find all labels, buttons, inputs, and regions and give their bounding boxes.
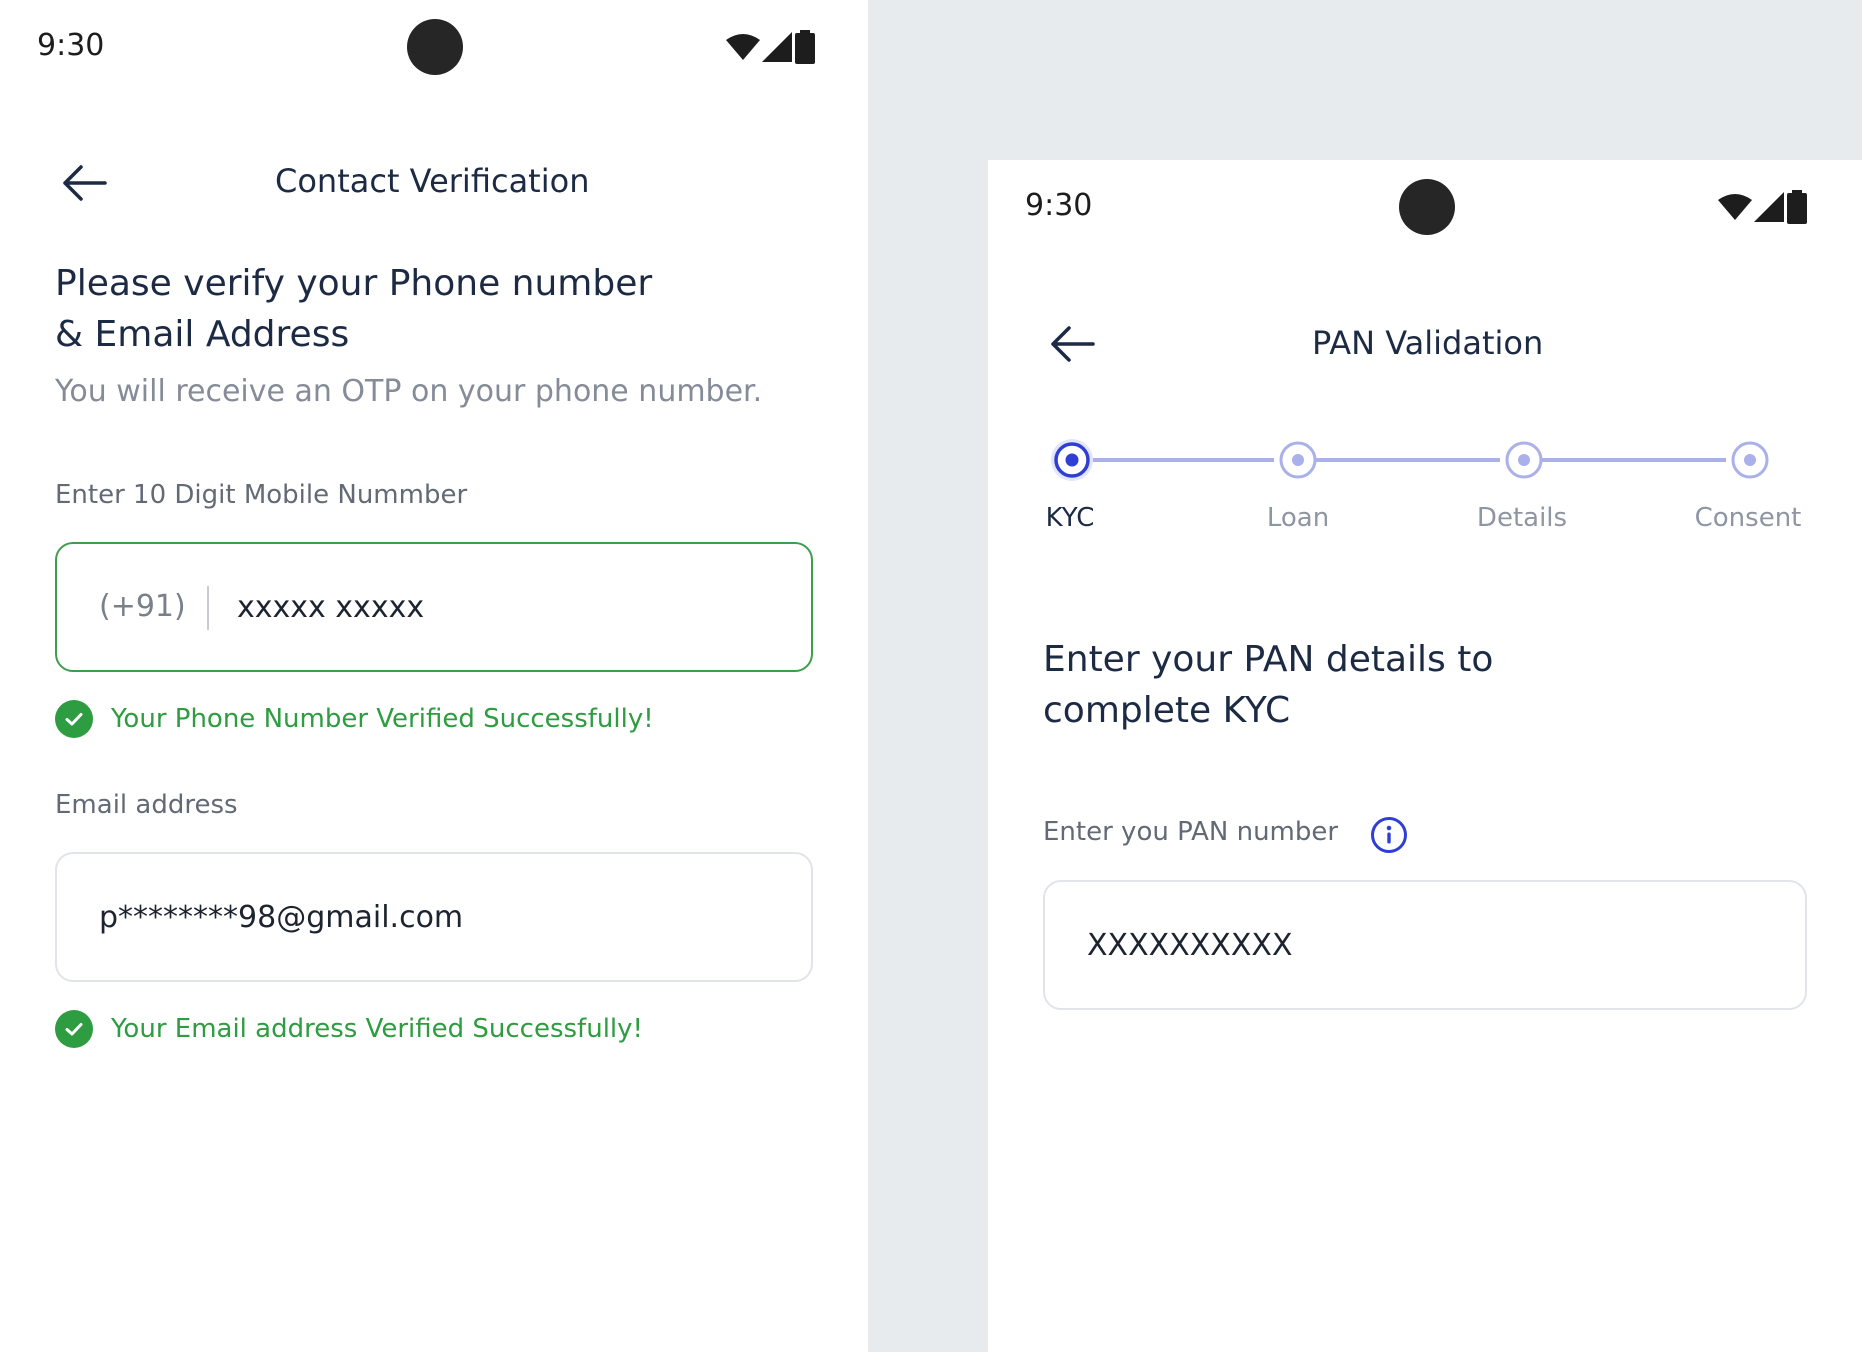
step-label-loan[interactable]: Loan — [1267, 503, 1329, 533]
status-time: 9:30 — [37, 28, 105, 63]
status-icons — [726, 30, 816, 64]
page-heading: Please verify your Phone number & Email … — [55, 258, 652, 360]
step-marker-consent[interactable] — [1731, 441, 1769, 479]
status-icons — [1718, 190, 1808, 224]
email-value[interactable]: p********98@gmail.com — [99, 900, 463, 935]
camera-cutout — [1399, 179, 1455, 235]
email-label: Email address — [55, 790, 238, 820]
mobile-number-field[interactable]: (+91) xxxxx xxxxx — [55, 542, 813, 672]
pan-number-field[interactable]: XXXXXXXXXX — [1043, 880, 1807, 1010]
wifi-icon — [726, 34, 760, 60]
battery-icon — [795, 30, 815, 64]
page-title: Contact Verification — [275, 162, 590, 200]
heading-line-1: Enter your PAN details to — [1043, 639, 1494, 680]
step-label-consent[interactable]: Consent — [1695, 503, 1802, 533]
page-title: PAN Validation — [1312, 324, 1544, 362]
country-code-prefix: (+91) — [99, 589, 186, 624]
check-circle-icon — [55, 700, 93, 738]
heading-line-1: Please verify your Phone number — [55, 263, 653, 304]
otp-subtext: You will receive an OTP on your phone nu… — [55, 374, 763, 409]
pan-number-value[interactable]: XXXXXXXXXX — [1087, 928, 1293, 963]
step-marker-kyc[interactable] — [1051, 439, 1093, 481]
signal-icon — [762, 32, 792, 62]
step-label-kyc[interactable]: KYC — [1046, 503, 1095, 533]
step-label-details[interactable]: Details — [1477, 503, 1567, 533]
signal-icon — [1754, 192, 1784, 222]
email-success-message: Your Email address Verified Successfully… — [55, 1010, 643, 1048]
heading-line-2: & Email Address — [55, 314, 350, 355]
step-marker-details[interactable] — [1505, 441, 1543, 479]
mobile-number-value[interactable]: xxxxx xxxxx — [237, 590, 424, 625]
check-circle-icon — [55, 1010, 93, 1048]
camera-cutout — [407, 19, 463, 75]
contact-verification-screen: 9:30 Contact Verification Please verify … — [0, 0, 868, 1352]
back-arrow-icon[interactable] — [1049, 324, 1095, 364]
phone-success-message: Your Phone Number Verified Successfully! — [55, 700, 654, 738]
email-success-text: Your Email address Verified Successfully… — [111, 1014, 643, 1044]
mobile-number-label: Enter 10 Digit Mobile Nummber — [55, 480, 468, 510]
heading-line-2: complete KYC — [1043, 690, 1291, 731]
prefix-divider — [207, 586, 209, 630]
wifi-icon — [1718, 194, 1752, 220]
email-field[interactable]: p********98@gmail.com — [55, 852, 813, 982]
battery-icon — [1787, 190, 1807, 224]
back-arrow-icon[interactable] — [61, 163, 107, 203]
page-heading: Enter your PAN details to complete KYC — [1043, 634, 1493, 736]
progress-stepper — [1051, 439, 1769, 481]
step-marker-loan[interactable] — [1279, 441, 1317, 479]
phone-success-text: Your Phone Number Verified Successfully! — [111, 704, 654, 734]
pan-validation-screen: 9:30 PAN Validation KYC Loan Details Con… — [988, 160, 1862, 1352]
status-time: 9:30 — [1025, 188, 1093, 223]
info-icon[interactable] — [1370, 816, 1408, 854]
pan-number-label: Enter you PAN number — [1043, 817, 1339, 847]
